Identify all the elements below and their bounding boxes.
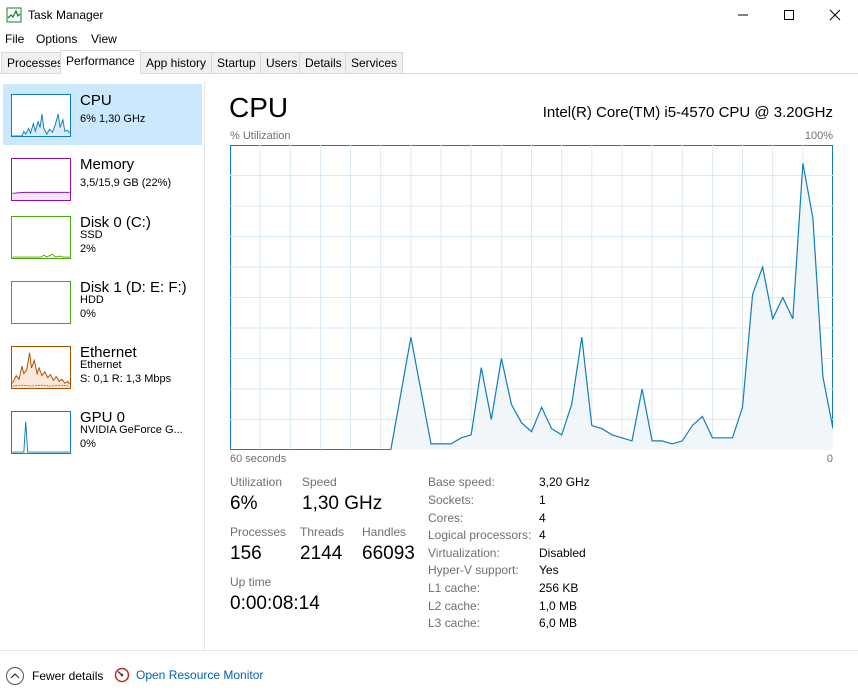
title-bar: Task Manager	[0, 0, 858, 30]
sidebar-item-value: 0%	[80, 438, 96, 450]
uptime-value: 0:00:08:14	[230, 593, 320, 614]
tab-app-history[interactable]: App history	[140, 52, 213, 73]
handles-value: 66093	[362, 543, 415, 564]
sidebar-item-value: 2%	[80, 243, 96, 255]
prop-value: Yes	[539, 563, 559, 577]
prop-value: Disabled	[539, 546, 586, 560]
tab-bar: Processes Performance App history Startu…	[0, 50, 858, 74]
task-manager-icon	[6, 7, 22, 23]
sidebar-item-subtitle: SSD	[80, 229, 103, 241]
prop-label: L2 cache:	[428, 599, 481, 613]
menu-options[interactable]: Options	[36, 32, 77, 46]
prop-label: L3 cache:	[428, 616, 481, 630]
cpu-model-name: Intel(R) Core(TM) i5-4570 CPU @ 3.20GHz	[542, 104, 833, 121]
resource-monitor-icon	[114, 667, 130, 683]
prop-value: 4	[539, 511, 546, 525]
sidebar-item-subtitle: 3,5/15,9 GB (22%)	[80, 177, 172, 189]
disk-1-thumbnail-graph	[11, 281, 71, 324]
x-axis-end-label: 0	[826, 453, 833, 465]
prop-value: 1,0 MB	[539, 599, 578, 613]
tab-processes[interactable]: Processes	[1, 52, 70, 73]
resource-sidebar: CPU 6% 1,30 GHz Memory 3,5/15,9 GB (22%)…	[0, 82, 205, 650]
menu-bar: File Options View	[0, 30, 858, 48]
ethernet-thumbnail-graph	[11, 346, 71, 389]
sidebar-item-value: S: 0,1 R: 1,3 Mbps	[80, 373, 172, 385]
sidebar-item-cpu[interactable]: CPU 6% 1,30 GHz	[3, 84, 202, 145]
cpu-thumbnail-graph	[11, 94, 71, 137]
close-icon	[829, 9, 841, 21]
prop-value: 6,0 MB	[539, 616, 578, 630]
threads-value: 2144	[300, 543, 343, 564]
tab-startup[interactable]: Startup	[211, 52, 262, 73]
speed-value: 1,30 GHz	[302, 493, 383, 514]
prop-label: Base speed:	[428, 475, 495, 489]
sidebar-item-title: Memory	[80, 156, 135, 173]
uptime-label: Up time	[230, 575, 272, 589]
maximize-icon	[784, 10, 794, 20]
processes-value: 156	[230, 543, 262, 564]
prop-label: Hyper-V support:	[428, 563, 519, 577]
utilization-label: Utilization	[230, 475, 283, 489]
window-title: Task Manager	[28, 8, 104, 22]
threads-label: Threads	[300, 525, 345, 539]
page-title: CPU	[229, 92, 289, 123]
sidebar-item-subtitle: Ethernet	[80, 359, 122, 371]
minimize-button[interactable]	[720, 0, 766, 30]
fewer-details-button[interactable]: Fewer details	[6, 667, 103, 685]
footer-bar: Fewer details Open Resource Monitor	[0, 650, 858, 700]
utilization-value: 6%	[230, 493, 258, 514]
cpu-detail-panel: CPU Intel(R) Core(TM) i5-4570 CPU @ 3.20…	[205, 82, 858, 650]
menu-view[interactable]: View	[91, 32, 117, 46]
sidebar-item-subtitle: 6% 1,30 GHz	[80, 113, 146, 125]
prop-value: 256 KB	[539, 581, 579, 595]
y-axis-max: 100%	[804, 130, 833, 142]
menu-file[interactable]: File	[5, 32, 24, 46]
sidebar-item-disk-0[interactable]: Disk 0 (C:) SSD 2%	[3, 206, 202, 267]
fewer-details-label: Fewer details	[32, 669, 104, 683]
prop-value: 3,20 GHz	[539, 475, 590, 489]
prop-label: L1 cache:	[428, 581, 481, 595]
minimize-icon	[738, 14, 748, 16]
sidebar-item-subtitle: HDD	[80, 294, 104, 306]
prop-label: Sockets:	[428, 493, 475, 507]
memory-thumbnail-graph	[11, 158, 71, 201]
sidebar-item-title: CPU	[80, 92, 112, 109]
prop-label: Cores:	[428, 511, 464, 525]
sidebar-item-ethernet[interactable]: Ethernet Ethernet S: 0,1 R: 1,3 Mbps	[3, 336, 202, 397]
sidebar-item-gpu-0[interactable]: GPU 0 NVIDIA GeForce G... 0%	[3, 401, 202, 462]
prop-value: 1	[539, 493, 546, 507]
handles-label: Handles	[362, 525, 407, 539]
y-axis-label: % Utilization	[230, 130, 291, 142]
prop-label: Logical processors:	[428, 528, 532, 542]
open-resource-monitor-link[interactable]: Open Resource Monitor	[114, 667, 263, 683]
open-resource-monitor-label: Open Resource Monitor	[136, 668, 264, 682]
maximize-button[interactable]	[766, 0, 812, 30]
speed-label: Speed	[302, 475, 337, 489]
processes-label: Processes	[230, 525, 287, 539]
tab-users[interactable]: Users	[260, 52, 304, 73]
tab-performance[interactable]: Performance	[60, 50, 141, 74]
tab-services[interactable]: Services	[345, 52, 404, 73]
prop-value: 4	[539, 528, 546, 542]
x-axis-start-label: 60 seconds	[230, 453, 287, 465]
disk-0-thumbnail-graph	[11, 216, 71, 259]
sidebar-item-value: 0%	[80, 308, 96, 320]
sidebar-item-memory[interactable]: Memory 3,5/15,9 GB (22%)	[3, 148, 202, 209]
gpu-0-thumbnail-graph	[11, 411, 71, 454]
close-button[interactable]	[812, 0, 858, 30]
tab-details[interactable]: Details	[299, 52, 348, 73]
prop-label: Virtualization:	[428, 546, 500, 560]
chevron-up-icon	[6, 667, 24, 685]
cpu-utilization-graph	[230, 145, 833, 450]
sidebar-item-subtitle: NVIDIA GeForce G...	[80, 424, 183, 436]
sidebar-item-disk-1[interactable]: Disk 1 (D: E: F:) HDD 0%	[3, 271, 202, 332]
